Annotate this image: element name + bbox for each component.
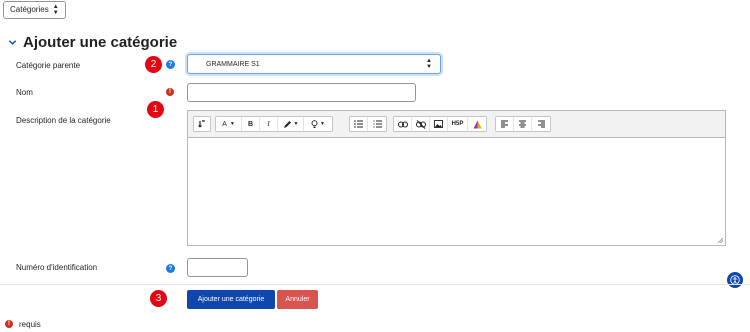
- help-icon[interactable]: ?: [166, 264, 175, 273]
- editor-toolbar: A ▼ B I ▼ ▼ H5P: [188, 111, 725, 138]
- resize-handle-icon[interactable]: [717, 237, 723, 243]
- highlight-button[interactable]: ▼: [304, 117, 332, 131]
- align-left-icon: [501, 120, 508, 128]
- image-icon: [434, 120, 443, 128]
- font-style-label: A: [222, 120, 227, 128]
- lightbulb-icon: [311, 119, 318, 128]
- help-icon[interactable]: ?: [166, 60, 175, 69]
- name-input[interactable]: [187, 83, 416, 102]
- section-title: Ajouter une catégorie: [23, 34, 178, 51]
- collapse-icon: [198, 119, 205, 127]
- unlink-button[interactable]: [412, 117, 430, 131]
- media-button[interactable]: [468, 117, 486, 131]
- categories-select[interactable]: Catégories ▲ ▼: [3, 1, 66, 19]
- h5p-button[interactable]: H5P: [448, 117, 468, 131]
- annotation-2: 2: [145, 56, 162, 73]
- required-legend: requis: [19, 320, 41, 329]
- italic-button[interactable]: I: [260, 117, 278, 131]
- form-divider: [0, 284, 750, 285]
- align-left-button[interactable]: [496, 117, 514, 131]
- annotation-1: 1: [147, 101, 164, 118]
- accessibility-button[interactable]: [727, 272, 743, 288]
- section-header[interactable]: Ajouter une catégorie: [8, 34, 177, 51]
- unordered-list-button[interactable]: [350, 117, 368, 131]
- link-button[interactable]: [394, 117, 412, 131]
- align-center-button[interactable]: [514, 117, 532, 131]
- required-icon: !: [5, 320, 13, 328]
- font-color-button[interactable]: ▼: [278, 117, 304, 131]
- align-right-icon: [537, 120, 545, 128]
- equation-icon: [473, 120, 481, 128]
- categories-select-value: Catégories: [10, 5, 49, 14]
- dropdown-caret-icon: ▼: [293, 121, 299, 127]
- expand-toolbar-button[interactable]: [194, 117, 210, 131]
- bullet-list-icon: [354, 120, 363, 128]
- ordered-list-button[interactable]: [368, 117, 386, 131]
- name-label: Nom: [16, 88, 33, 97]
- cancel-button[interactable]: Annuler: [277, 290, 318, 309]
- parent-category-select[interactable]: GRAMMAIRE S1 ▲ ▼: [187, 54, 441, 74]
- idnumber-label: Numéro d'identification: [16, 263, 98, 272]
- pen-icon: [283, 120, 291, 128]
- add-category-button[interactable]: Ajouter une catégorie: [187, 290, 275, 309]
- align-right-button[interactable]: [532, 117, 550, 131]
- description-editor[interactable]: A ▼ B I ▼ ▼ H5P: [187, 110, 726, 246]
- dropdown-caret-icon: ▼: [320, 121, 325, 127]
- align-center-icon: [519, 120, 526, 128]
- unlink-icon: [415, 119, 426, 129]
- link-icon: [397, 121, 408, 127]
- chevron-down-icon[interactable]: [8, 38, 17, 47]
- description-label: Description de la catégorie: [16, 116, 111, 125]
- idnumber-input[interactable]: [187, 258, 248, 277]
- annotation-3: 3: [150, 290, 167, 307]
- parent-category-value: GRAMMAIRE S1: [206, 60, 260, 68]
- font-style-button[interactable]: A ▼: [216, 117, 242, 131]
- bold-button[interactable]: B: [242, 117, 260, 131]
- editor-content-area[interactable]: [188, 138, 725, 245]
- select-arrows-icon: ▲ ▼: [426, 58, 432, 70]
- select-arrows-icon: ▲ ▼: [52, 4, 59, 16]
- parent-category-label: Catégorie parente: [16, 61, 81, 70]
- dropdown-caret-icon: ▼: [229, 121, 235, 127]
- numbered-list-icon: [373, 120, 382, 128]
- image-button[interactable]: [430, 117, 448, 131]
- required-icon: !: [166, 88, 174, 96]
